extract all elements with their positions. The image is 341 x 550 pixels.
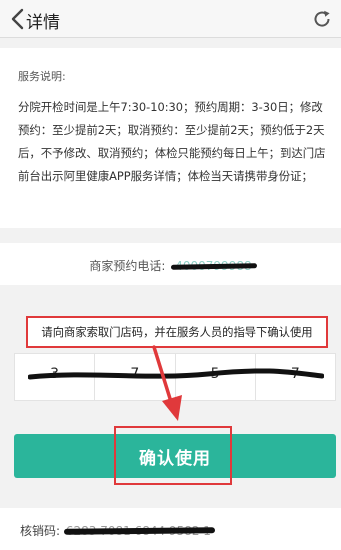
verification-label: 核销码: xyxy=(20,524,61,538)
verification-row: 核销码: 6283 7081 6844 9582 1 xyxy=(20,522,215,539)
phone-card: 商家预约电话: 4000799988 xyxy=(0,243,341,285)
phone-label: 商家预约电话: xyxy=(89,259,166,273)
chevron-left-icon xyxy=(11,8,24,30)
refresh-button[interactable] xyxy=(309,6,335,32)
refresh-icon xyxy=(314,10,330,27)
confirm-use-label: 确认使用 xyxy=(139,448,211,468)
top-bar: 详情 xyxy=(0,0,341,38)
page-title: 详情 xyxy=(26,13,60,33)
service-description: 分院开检时间是上午7:30-10:30；预约周期：3-30日；修改预约：至少提前… xyxy=(18,100,326,183)
instruction-text: 请向商家索取门店码，并在服务人员的指导下确认使用 xyxy=(41,326,313,339)
service-label: 服务说明: xyxy=(18,70,66,83)
service-card: 服务说明: 分院开检时间是上午7:30-10:30；预约周期：3-30日；修改预… xyxy=(0,48,341,228)
instruction-box: 请向商家索取门店码，并在服务人员的指导下确认使用 xyxy=(26,316,328,348)
arrow-annotation xyxy=(152,345,182,421)
confirm-use-button[interactable]: 确认使用 xyxy=(14,434,336,478)
phone-number[interactable]: 4000799988 xyxy=(171,259,258,273)
verification-code: 6283 7081 6844 9582 1 xyxy=(63,524,215,538)
phone-row: 商家预约电话: 4000799988 xyxy=(0,257,341,274)
verification-card: 核销码: 6283 7081 6844 9582 1 xyxy=(0,508,341,550)
